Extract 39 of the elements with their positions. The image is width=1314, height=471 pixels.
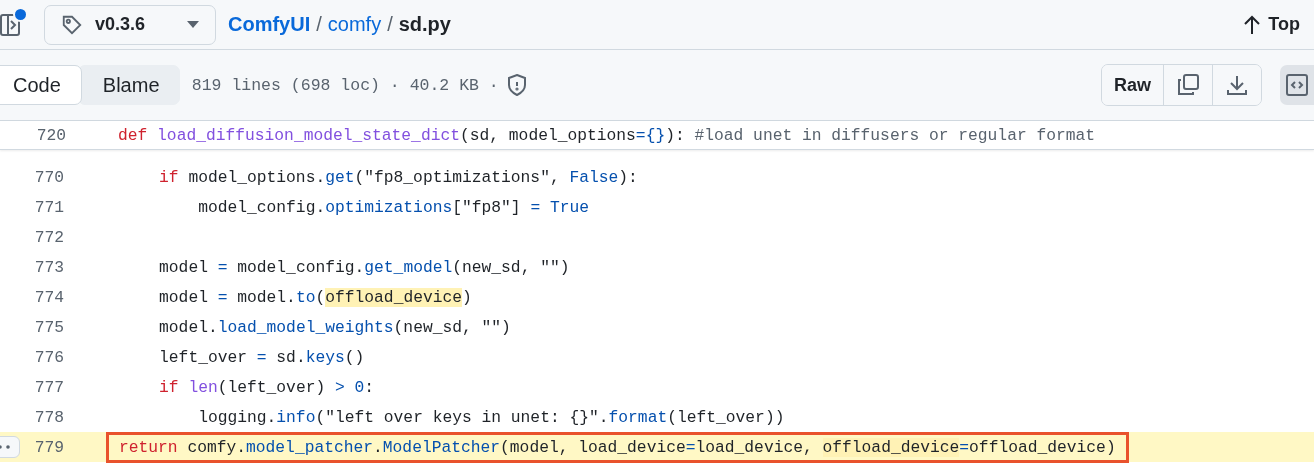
code-line: def load_diffusion_model_state_dict(sd, model_options={}): #load unet in diffusers or regular format — [118, 125, 1096, 145]
code-line: if len(left_over) > 0: — [158, 377, 375, 397]
code-line: model.load_model_weights(new_sd, "") — [158, 317, 511, 337]
download-button[interactable] — [1212, 65, 1261, 105]
branch-dropdown[interactable]: v0.3.6 — [44, 4, 216, 45]
arrow-up-icon — [1244, 14, 1261, 35]
line-number: 771 — [33, 197, 64, 217]
path-link[interactable]: ComfyUI — [228, 13, 311, 36]
code-icon — [1285, 73, 1309, 97]
top-link[interactable]: Top — [1244, 14, 1300, 35]
code-line: left_over = sd.keys() — [158, 347, 365, 367]
line-number: 778 — [33, 407, 64, 427]
code-line: model = model.to(offload_device) — [158, 287, 472, 307]
line-number: 774 — [33, 287, 64, 307]
path-separator: / — [316, 13, 322, 36]
caret-icon — [187, 20, 199, 29]
code-line: logging.info("left over keys in unet: {}".format(left_over)) — [197, 407, 785, 427]
code-line: model_config.optimizations["fp8"] = True — [197, 197, 589, 217]
download-icon — [1225, 73, 1249, 97]
view-tab[interactable]: Code — [0, 65, 82, 105]
file-info: 819 lines (698 loc) · 40.2 KB · — [191, 75, 499, 95]
code-line: if model_options.get("fp8_optimizations", False): — [158, 167, 638, 187]
line-number: 770 — [33, 167, 64, 187]
line-number: 779 — [33, 437, 64, 457]
copy-icon — [1176, 73, 1200, 97]
path-link[interactable]: comfy — [327, 13, 382, 36]
line-number: 772 — [33, 227, 64, 247]
line-number: 777 — [33, 377, 64, 397]
symbols-button[interactable] — [1280, 65, 1314, 105]
code-line: model = model_config.get_model(new_sd, "") — [158, 257, 570, 277]
shield-icon — [506, 74, 527, 96]
tag-icon — [61, 13, 83, 36]
line-number: 775 — [33, 317, 64, 337]
path-separator: / — [387, 13, 393, 36]
line-number: 776 — [33, 347, 64, 367]
dots-icon — [0, 445, 11, 449]
file-name: sd.py — [398, 13, 451, 36]
line-number: 720 — [35, 125, 66, 145]
line-number: 773 — [33, 257, 64, 277]
